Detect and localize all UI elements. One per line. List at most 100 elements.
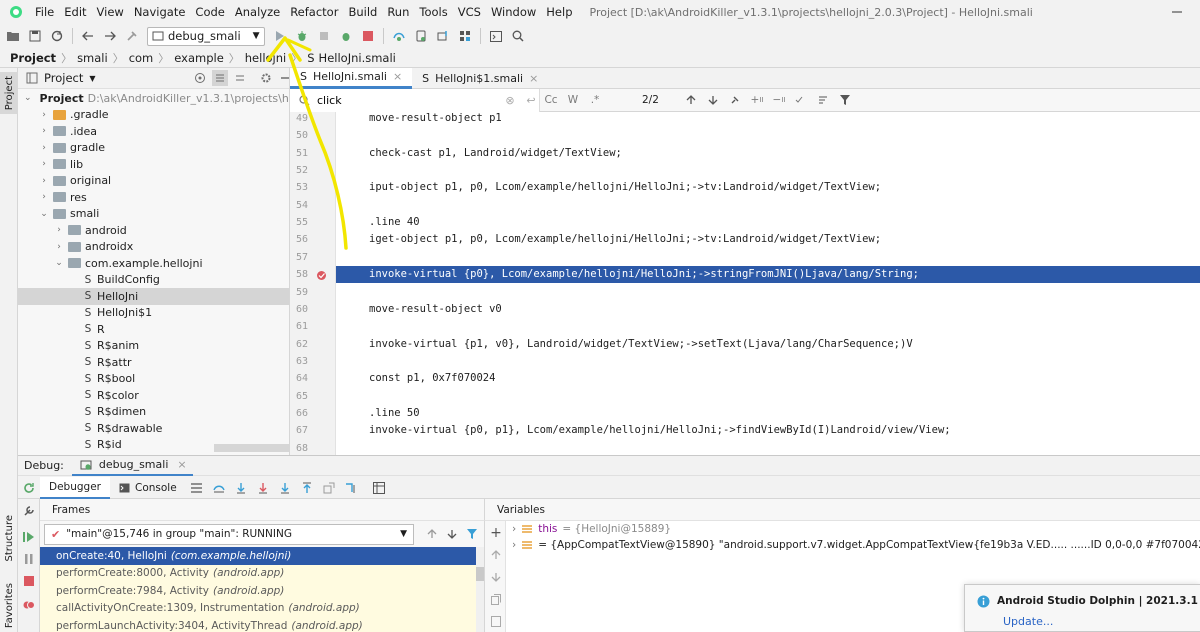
project-view-select[interactable]: Project	[44, 71, 83, 85]
chevron-right-icon[interactable]: ›	[54, 225, 64, 235]
search-icon[interactable]	[507, 25, 529, 47]
chevron-right-icon[interactable]: ›	[39, 192, 49, 202]
breadcrumb-item[interactable]: Project	[10, 51, 56, 65]
tree-item[interactable]: S HelloJni	[18, 288, 289, 305]
rerun-icon[interactable]	[18, 477, 40, 499]
drop-frame-icon[interactable]	[318, 477, 340, 499]
locate-icon[interactable]	[192, 70, 208, 86]
structure-tool-tab[interactable]: Structure	[0, 508, 18, 568]
menu-icon[interactable]	[186, 477, 208, 499]
tree-item[interactable]: S R$anim	[18, 338, 289, 355]
menu-file[interactable]: File	[30, 0, 59, 24]
find-input[interactable]	[317, 93, 497, 107]
step-into-icon[interactable]	[252, 477, 274, 499]
frame-item[interactable]: performLaunchActivity:3404, ActivityThre…	[40, 617, 484, 632]
new-line-icon[interactable]: ↩	[523, 92, 539, 108]
breadcrumb-item[interactable]: smali	[77, 51, 108, 65]
tree-item[interactable]: S R$bool	[18, 371, 289, 388]
debug-session-tab[interactable]: debug_smali ×	[71, 455, 193, 476]
sdk-manager-icon[interactable]	[432, 25, 454, 47]
favorites-tool-tab[interactable]: Favorites	[0, 578, 18, 632]
prev-match-icon[interactable]	[680, 89, 702, 111]
chevron-down-icon[interactable]: ⌄	[39, 209, 49, 219]
next-match-icon[interactable]	[702, 89, 724, 111]
force-step-into-icon[interactable]	[274, 477, 296, 499]
run-button[interactable]	[269, 25, 291, 47]
minimize-button[interactable]	[1154, 0, 1200, 24]
code-editor[interactable]: move-result-object p1 check-cast p1, Land…	[336, 112, 1200, 455]
save-button[interactable]	[24, 25, 46, 47]
run-config-select[interactable]: debug_smali ▼	[147, 26, 265, 46]
sync-button[interactable]	[46, 25, 68, 47]
tree-item[interactable]: › .idea	[18, 123, 289, 140]
hammer-icon[interactable]	[121, 25, 143, 47]
step-out-icon[interactable]	[296, 477, 318, 499]
view-breakpoints-icon[interactable]	[21, 597, 37, 613]
project-structure-icon[interactable]	[454, 25, 476, 47]
tree-scrollbar[interactable]	[214, 444, 289, 452]
breadcrumb-item[interactable]: example	[174, 51, 224, 65]
back-button[interactable]	[77, 25, 99, 47]
tree-item[interactable]: S BuildConfig	[18, 272, 289, 289]
tab-debugger[interactable]: Debugger	[40, 476, 110, 499]
tree-item[interactable]: › res	[18, 189, 289, 206]
tree-item[interactable]: S R$attr	[18, 354, 289, 371]
clear-search-icon[interactable]: ⊗	[502, 92, 518, 108]
tree-item[interactable]: › lib	[18, 156, 289, 173]
menu-refactor[interactable]: Refactor	[285, 0, 343, 24]
find-field[interactable]: ⊗ ↩	[290, 88, 540, 112]
up-arrow-icon[interactable]	[422, 526, 442, 542]
gradle-sync-icon[interactable]	[388, 25, 410, 47]
tree-item[interactable]: SR	[18, 321, 289, 338]
editor-tab[interactable]: S HelloJni.smali ×	[290, 67, 413, 89]
chevron-down-icon[interactable]: ⌄	[24, 93, 32, 103]
menu-window[interactable]: Window	[486, 0, 541, 24]
chevron-down-icon[interactable]: ⌄	[54, 258, 64, 268]
chevron-right-icon[interactable]: ›	[39, 176, 49, 186]
variable-row[interactable]: › this = {HelloJni@15889}	[506, 521, 1200, 537]
filter-icon[interactable]	[462, 526, 482, 542]
chevron-right-icon[interactable]: ›	[512, 523, 516, 535]
menu-help[interactable]: Help	[541, 0, 577, 24]
coverage-button[interactable]	[313, 25, 335, 47]
pause-icon[interactable]	[21, 551, 37, 567]
menu-build[interactable]: Build	[343, 0, 382, 24]
tree-item[interactable]: S HelloJni$1	[18, 305, 289, 322]
tree-item[interactable]: S R$dimen	[18, 404, 289, 421]
step-over-icon[interactable]	[230, 477, 252, 499]
chevron-right-icon[interactable]: ›	[54, 242, 64, 252]
breadcrumb-item[interactable]: hellojni	[245, 51, 286, 65]
chevron-right-icon[interactable]: ›	[512, 539, 516, 551]
menu-code[interactable]: Code	[190, 0, 229, 24]
chevron-right-icon[interactable]: ›	[39, 126, 49, 136]
menu-run[interactable]: Run	[382, 0, 414, 24]
tree-item[interactable]: ⌄ smali	[18, 206, 289, 223]
breadcrumb-item[interactable]: HelloJni.smali	[319, 51, 396, 65]
resume-icon[interactable]	[21, 529, 37, 545]
menu-analyze[interactable]: Analyze	[230, 0, 285, 24]
tab-console[interactable]: Console	[110, 477, 186, 499]
wrench-icon[interactable]	[21, 503, 37, 519]
thread-select[interactable]: ✔ "main"@15,746 in group "main": RUNNING…	[44, 523, 414, 545]
menu-tools[interactable]: Tools	[414, 0, 452, 24]
chevron-right-icon[interactable]: ›	[39, 110, 49, 120]
terminal-icon[interactable]	[485, 25, 507, 47]
match-case-button[interactable]: Cc	[540, 89, 562, 111]
frame-item[interactable]: performCreate:7984, Activity (android.app…	[40, 582, 484, 600]
whole-words-button[interactable]: W	[562, 89, 584, 111]
tree-item[interactable]: S R$color	[18, 387, 289, 404]
run-to-cursor-icon[interactable]	[340, 477, 362, 499]
menu-navigate[interactable]: Navigate	[129, 0, 191, 24]
tree-item[interactable]: › original	[18, 173, 289, 190]
forward-button[interactable]	[99, 25, 121, 47]
pin-icon[interactable]	[724, 89, 746, 111]
chevron-right-icon[interactable]: ›	[39, 159, 49, 169]
funnel-icon[interactable]	[834, 89, 856, 111]
regex-button[interactable]: .*	[584, 89, 606, 111]
expand-all-icon[interactable]	[211, 70, 228, 86]
tree-item[interactable]: › gradle	[18, 140, 289, 157]
menu-vcs[interactable]: VCS	[453, 0, 486, 24]
stop-icon[interactable]	[21, 573, 37, 589]
breakpoint-icon[interactable]	[316, 270, 327, 281]
breadcrumb-item[interactable]: com	[129, 51, 154, 65]
